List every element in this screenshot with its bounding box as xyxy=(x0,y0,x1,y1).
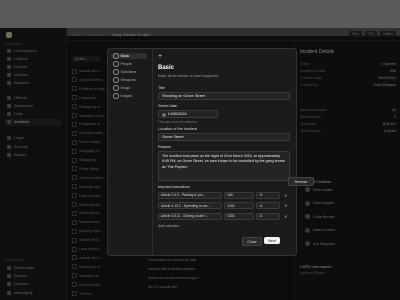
sanction-row: Article 2.0.3 - Parking in pro... $ 50 # 1… xyxy=(158,191,290,199)
modal-nav-weapons[interactable]: Weapons xyxy=(111,77,147,83)
sanction-fine-input[interactable]: $ 150 xyxy=(224,202,254,209)
modal-nav-label: Sanctions xyxy=(120,70,137,74)
close-icon[interactable]: ✕ xyxy=(284,214,287,219)
sanction-qty-input[interactable]: # 1 xyxy=(256,212,280,220)
sanction-fine: 300 xyxy=(228,214,235,218)
sanction-qty: 1 xyxy=(260,214,263,218)
sanction-fine: 50 xyxy=(228,193,233,197)
sanctions-label: Imposed sanctions xyxy=(158,185,190,189)
sanction-qty: 1 xyxy=(260,193,263,197)
close-button[interactable]: Close xyxy=(242,237,262,246)
modal-nav: Basic People Sanctions Weapons Drugs Images xyxy=(108,49,153,255)
circle-icon xyxy=(113,61,119,67)
section-heading: Basic xyxy=(158,65,175,71)
remove-popover[interactable]: Remove xyxy=(288,177,314,186)
sanction-qty-input[interactable]: # 1 xyxy=(256,202,280,209)
circle-icon xyxy=(113,69,119,75)
date-input[interactable]: ▦ 14/06/2024 xyxy=(158,110,218,118)
app-window: Main Menu Control panel Citizens Deposit Ve… xyxy=(0,0,400,300)
modal-nav-label: Basic xyxy=(120,54,130,58)
modal-nav-label: Images xyxy=(120,94,133,98)
sanction-article-select[interactable]: Article 2.0.3 - Parking in pro... xyxy=(158,191,222,199)
modal-nav-basic[interactable]: Basic xyxy=(111,53,147,59)
modal-nav-label: Weapons xyxy=(120,78,136,82)
sanction-fine: 150 xyxy=(228,203,235,208)
sanction-qty-input[interactable]: # 1 xyxy=(256,191,280,199)
modal-nav-people[interactable]: People xyxy=(111,61,147,67)
sanction-qty: 1 xyxy=(260,203,263,208)
location-input[interactable]: Grove Street xyxy=(158,133,290,141)
modal-nav-images[interactable]: Images xyxy=(111,93,147,99)
plus-icon: + xyxy=(158,53,163,60)
modal-body: + Basic Enter all the details of what ha… xyxy=(158,53,292,251)
circle-icon xyxy=(113,85,119,91)
modal-nav-label: People xyxy=(120,62,132,66)
modal-nav-drugs[interactable]: Drugs xyxy=(111,85,147,91)
close-icon[interactable]: ✕ xyxy=(284,203,287,208)
close-icon[interactable]: ✕ xyxy=(284,193,287,198)
circle-icon xyxy=(113,77,119,83)
sanction-article: Article 2.0.3 - Parking in pro... xyxy=(161,193,206,197)
sanction-fine-input[interactable]: $ 300 xyxy=(224,212,254,220)
circle-icon xyxy=(113,93,119,99)
modal-nav-label: Drugs xyxy=(120,86,131,90)
reason-label: Reason xyxy=(158,145,172,149)
modal-nav-sanctions[interactable]: Sanctions xyxy=(111,69,147,75)
sanction-article-select[interactable]: Article 4.12.2 - Speeding in res... xyxy=(158,202,222,209)
sanction-row: Article 4.12.2 - Speeding in res... $ 150… xyxy=(158,202,290,210)
circle-icon xyxy=(113,53,119,59)
calendar-icon: ▦ xyxy=(162,112,166,117)
title-label: Title xyxy=(158,86,166,90)
date-hint: This date from the calendar xyxy=(158,120,197,124)
sanction-row: Article 3.0.11 - Driving under t... $ 300… xyxy=(158,212,290,220)
sanction-fine-input[interactable]: $ 50 xyxy=(224,191,254,199)
sanction-article: Article 4.12.2 - Speeding in res... xyxy=(161,203,211,208)
sanction-article: Article 3.0.11 - Driving under t... xyxy=(161,214,209,218)
date-value: 14/06/2024 xyxy=(167,112,187,116)
date-label: Select date xyxy=(158,104,177,108)
title-input[interactable]: Shooting on Grove Street xyxy=(158,92,290,100)
section-subheading: Enter all the details of what happened. xyxy=(158,74,220,78)
next-button[interactable]: Next xyxy=(264,237,280,244)
incident-form-modal: Basic People Sanctions Weapons Drugs Images +… xyxy=(107,48,297,256)
add-sanction-button[interactable]: Add sanction xyxy=(158,224,179,228)
location-label: Location of the incident xyxy=(158,127,198,131)
sanction-article-select[interactable]: Article 3.0.11 - Driving under t... xyxy=(158,212,222,220)
reason-textarea[interactable]: The incident took place on the night of … xyxy=(158,151,290,181)
